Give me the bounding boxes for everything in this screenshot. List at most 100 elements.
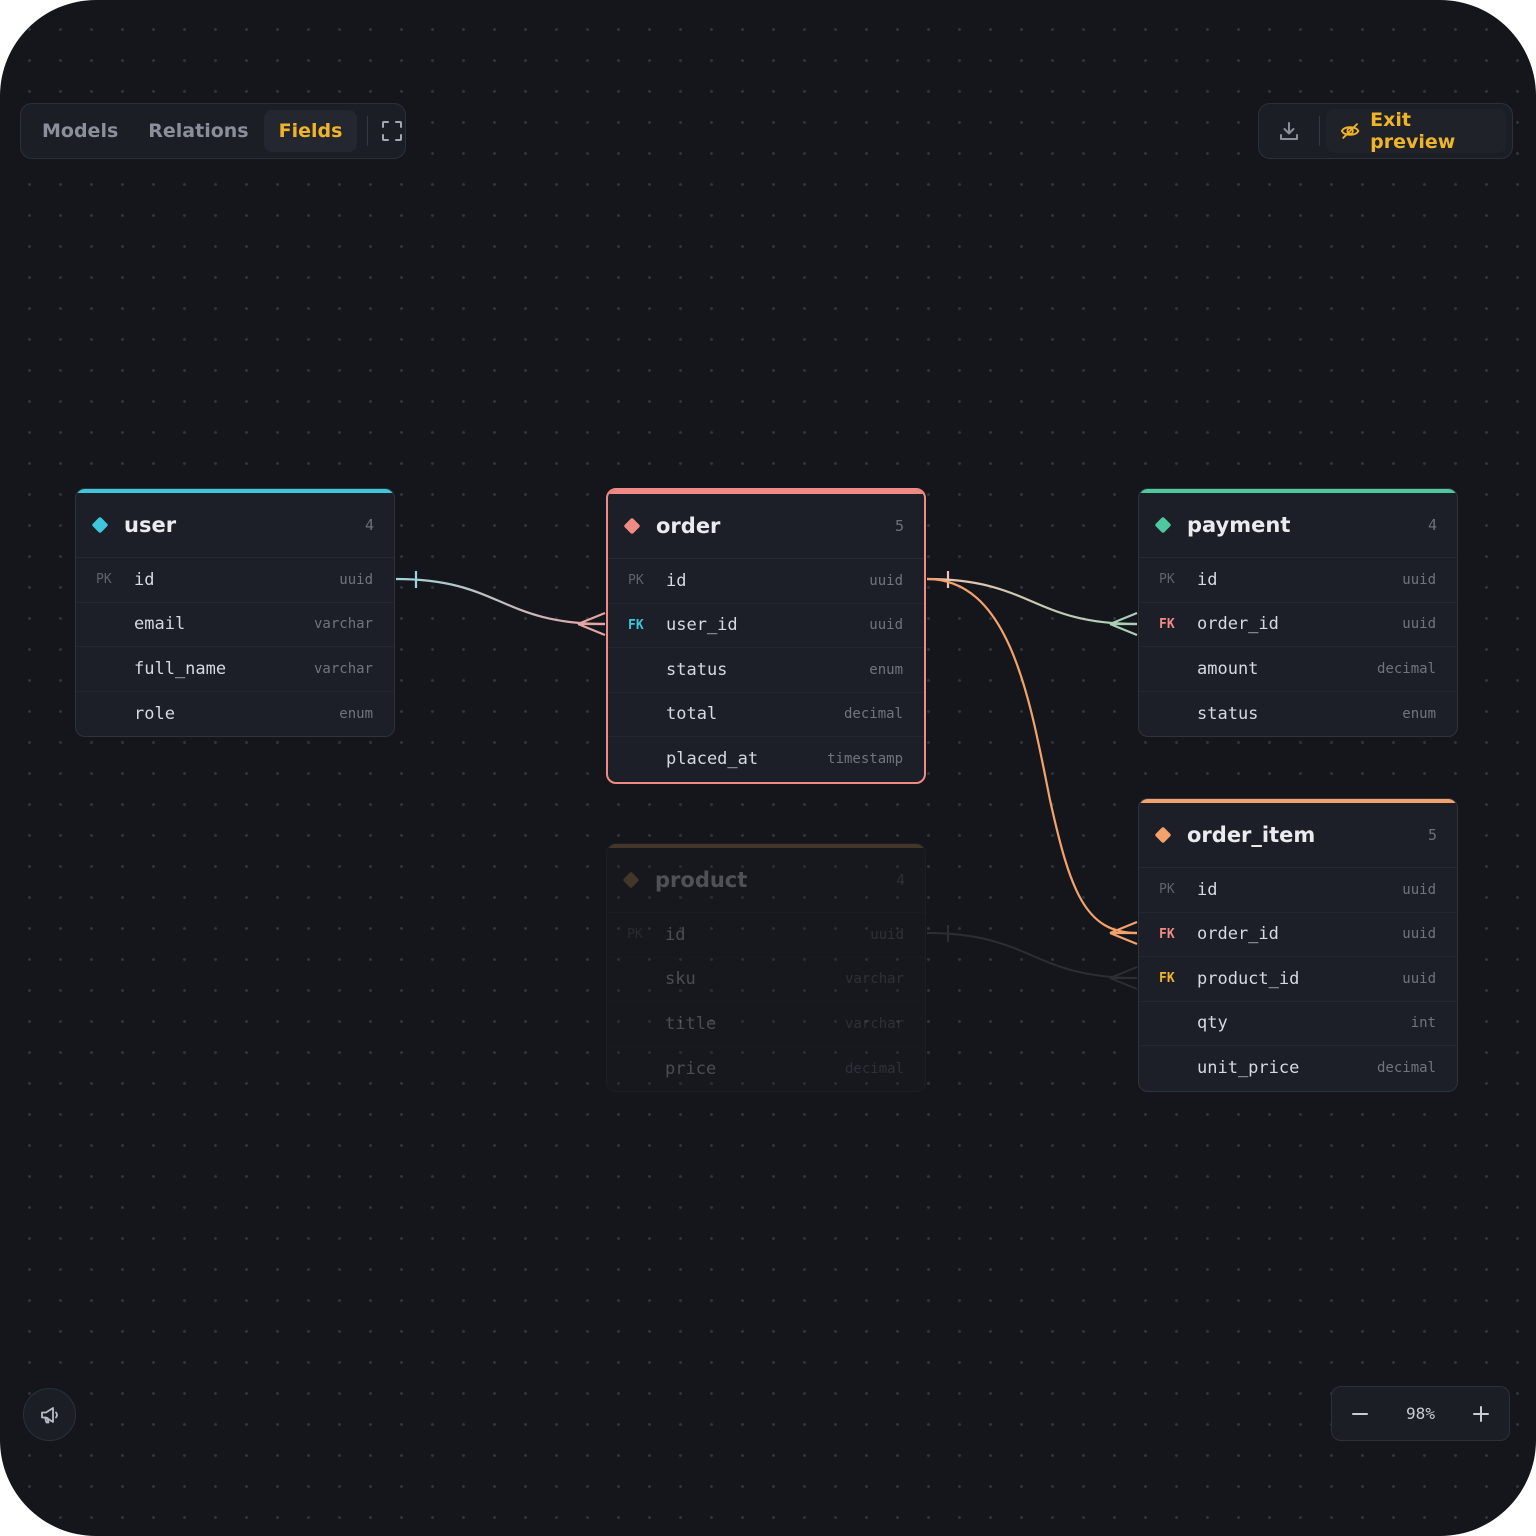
foreign-key-badge: FK	[1159, 926, 1175, 942]
field-row[interactable]: PK id uuid	[608, 559, 924, 604]
canvas[interactable]: Models Relations Fields Exit preview use…	[0, 0, 1536, 1536]
field-count: 5	[894, 517, 904, 535]
field-name: qty	[1197, 1013, 1228, 1034]
table-name: product	[655, 868, 748, 892]
tab-models[interactable]: Models	[27, 110, 133, 152]
field-row[interactable]: status enum	[1139, 692, 1457, 737]
field-name: title	[665, 1013, 717, 1034]
table-name: order	[656, 514, 721, 538]
field-row[interactable]: total decimal	[608, 693, 924, 737]
field-count: 4	[364, 516, 374, 534]
relation-order-payment[interactable]	[926, 571, 1138, 637]
field-row[interactable]: role enum	[76, 692, 394, 737]
table-user[interactable]: user 4 PK id uuid email varchar full_nam…	[75, 488, 395, 737]
fullscreen-icon	[381, 121, 402, 141]
field-type: decimal	[843, 706, 903, 723]
table-product[interactable]: product 4 PK id uuid sku varchar title v…	[606, 843, 926, 1092]
model-diamond-icon	[623, 517, 641, 535]
field-name: product_id	[1197, 968, 1300, 989]
field-name: id	[666, 570, 687, 591]
table-payment[interactable]: payment 4 PK id uuid FK order_id uuid am…	[1138, 488, 1458, 737]
field-name: order_id	[1197, 614, 1279, 635]
field-name: id	[134, 569, 155, 590]
key-badge: PK	[96, 572, 112, 588]
model-diamond-icon	[622, 871, 640, 889]
field-type: decimal	[844, 1060, 904, 1077]
preview-actions: Exit preview	[1258, 103, 1513, 159]
field-type: varchar	[844, 971, 904, 988]
field-name: status	[1197, 703, 1259, 724]
plus-icon	[1473, 1405, 1489, 1422]
field-row[interactable]: PK id uuid	[1139, 558, 1457, 603]
field-row[interactable]: FK product_id uuid	[1139, 957, 1457, 1002]
field-type: varchar	[313, 660, 373, 677]
zoom-in-button[interactable]	[1461, 1394, 1501, 1434]
field-count: 4	[1427, 516, 1437, 534]
field-name: sku	[665, 969, 696, 990]
field-row[interactable]: FK order_id uuid	[1139, 913, 1457, 957]
field-type: uuid	[870, 926, 904, 943]
model-diamond-icon	[91, 516, 109, 534]
field-row[interactable]: full_name varchar	[76, 647, 394, 692]
exit-preview-button[interactable]: Exit preview	[1325, 109, 1506, 153]
field-row[interactable]: title varchar	[607, 1002, 925, 1047]
field-name: full_name	[134, 658, 227, 679]
exit-preview-label: Exit preview	[1370, 109, 1456, 153]
tab-fields[interactable]: Fields	[263, 110, 358, 152]
field-type: enum	[339, 705, 373, 722]
field-row[interactable]: FK user_id uuid	[608, 604, 924, 648]
zoom-level: 98%	[1406, 1404, 1435, 1423]
field-row[interactable]: PK id uuid	[607, 913, 925, 958]
key-badge: PK	[1159, 572, 1175, 588]
field-name: email	[134, 614, 186, 635]
table-header: product 4	[607, 848, 925, 913]
field-name: amount	[1197, 658, 1259, 679]
field-type: varchar	[844, 1015, 904, 1032]
key-badge: PK	[1159, 882, 1175, 898]
field-row[interactable]: qty int	[1139, 1002, 1457, 1046]
field-type: enum	[869, 661, 903, 678]
field-type: enum	[1402, 705, 1436, 722]
field-type: uuid	[339, 571, 373, 588]
relation-user-order[interactable]	[395, 571, 606, 637]
field-row[interactable]: unit_price decimal	[1139, 1046, 1457, 1091]
field-row[interactable]: sku varchar	[607, 958, 925, 1002]
field-row[interactable]: PK id uuid	[76, 558, 394, 603]
tab-relations[interactable]: Relations	[133, 110, 263, 152]
field-row[interactable]: placed_at timestamp	[608, 737, 924, 782]
table-name: user	[124, 513, 177, 537]
megaphone-icon	[40, 1406, 58, 1423]
download-button[interactable]	[1265, 109, 1313, 153]
field-type: uuid	[1402, 926, 1436, 943]
field-count: 5	[1427, 826, 1437, 844]
table-name: order_item	[1187, 823, 1316, 847]
relation-product-order-item[interactable]	[926, 925, 1138, 990]
field-name: status	[666, 659, 728, 680]
field-type: uuid	[1402, 970, 1436, 987]
field-name: placed_at	[666, 749, 759, 770]
announcements-button[interactable]	[23, 1388, 76, 1441]
field-row[interactable]: FK order_id uuid	[1139, 603, 1457, 647]
model-diamond-icon	[1154, 826, 1172, 844]
zoom-out-button[interactable]	[1340, 1394, 1380, 1434]
fullscreen-button[interactable]	[378, 109, 405, 153]
foreign-key-badge: FK	[628, 617, 644, 633]
field-type: decimal	[1376, 660, 1436, 677]
actions-divider	[1319, 116, 1320, 146]
field-row[interactable]: PK id uuid	[1139, 868, 1457, 913]
table-order[interactable]: order 5 PK id uuid FK user_id uuid statu…	[606, 488, 926, 784]
field-row[interactable]: email varchar	[76, 603, 394, 647]
foreign-key-badge: FK	[1159, 971, 1175, 987]
zoom-control: 98%	[1331, 1386, 1510, 1441]
table-name: payment	[1187, 513, 1291, 537]
relation-order-order-item[interactable]	[926, 577, 1138, 946]
toolbar-divider	[367, 116, 369, 146]
table-header: order_item 5	[1139, 803, 1457, 868]
table-order-item[interactable]: order_item 5 PK id uuid FK order_id uuid…	[1138, 798, 1458, 1092]
field-row[interactable]: status enum	[608, 648, 924, 693]
field-row[interactable]: price decimal	[607, 1047, 925, 1092]
field-count: 4	[895, 871, 905, 889]
field-name: id	[1197, 569, 1218, 590]
field-name: role	[134, 703, 175, 724]
field-row[interactable]: amount decimal	[1139, 647, 1457, 692]
